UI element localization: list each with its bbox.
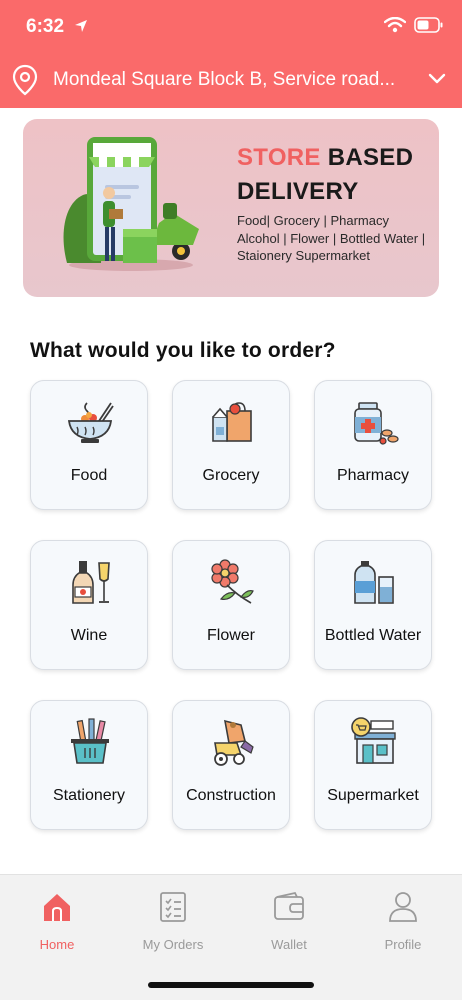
water-bottle-icon [354, 561, 394, 604]
category-tile-construction[interactable]: Construction [172, 700, 290, 830]
wallet-icon [274, 891, 304, 920]
banner-title-accent: STORE [237, 144, 321, 171]
grocery-bag-icon [212, 402, 252, 442]
status-bar: 6:32 [0, 0, 462, 54]
category-label: Grocery [202, 467, 260, 484]
wifi-icon [384, 17, 406, 33]
nav-item-my-orders[interactable]: My Orders [128, 891, 218, 961]
category-label: Stationery [52, 787, 126, 804]
banner-title: STORE BASED DELIVERY [237, 141, 413, 209]
person-icon [389, 892, 417, 922]
category-tile-stationery[interactable]: Stationery [30, 700, 148, 830]
nav-label: Wallet [271, 937, 307, 952]
banner-title-rest: BASED [327, 144, 414, 171]
category-tile-wine[interactable]: Wine [30, 540, 148, 670]
category-label: Food [70, 467, 108, 484]
nav-item-wallet[interactable]: Wallet [244, 891, 334, 961]
category-label: Construction [186, 787, 276, 804]
delivery-address: Mondeal Square Block B, Service road... [53, 69, 396, 90]
header: 6:32 Mondeal Square Block B, Service roa… [0, 0, 462, 108]
status-time: 6:32 [26, 16, 65, 37]
pharmacy-bottle-icon [354, 402, 399, 445]
food-bowl-icon [67, 402, 114, 443]
chevron-down-icon[interactable] [428, 73, 446, 85]
banner-title-line2: DELIVERY [237, 178, 359, 205]
cement-mixer-icon [214, 719, 254, 766]
category-tile-grocery[interactable]: Grocery [172, 380, 290, 510]
location-pin-icon [12, 64, 38, 96]
nav-item-profile[interactable]: Profile [358, 891, 448, 961]
category-label: Supermarket [327, 787, 419, 804]
checklist-icon [160, 892, 186, 922]
category-label: Pharmacy [336, 467, 410, 484]
category-tile-flower[interactable]: Flower [172, 540, 290, 670]
wine-bottle-icon [72, 561, 110, 604]
banner-subtitle: Food| Grocery | Pharmacy Alcohol | Flowe… [237, 213, 426, 263]
promo-banner[interactable]: STORE BASED DELIVERY Food| Grocery | Pha… [23, 119, 439, 297]
status-icons [384, 17, 444, 33]
flower-icon [211, 559, 254, 604]
nav-label: My Orders [142, 937, 204, 952]
category-label: Wine [70, 627, 108, 644]
home-indicator [148, 982, 314, 988]
category-label: Flower [206, 627, 255, 644]
category-tile-bottled-water[interactable]: Bottled Water [314, 540, 432, 670]
category-tile-pharmacy[interactable]: Pharmacy [314, 380, 432, 510]
address-selector[interactable]: Mondeal Square Block B, Service road... [0, 60, 462, 102]
section-title: What would you like to order? [30, 339, 336, 362]
store-delivery-illustration [63, 137, 199, 271]
home-icon [44, 894, 70, 921]
category-label: Bottled Water [324, 627, 422, 644]
nav-item-home[interactable]: Home [12, 891, 102, 961]
location-arrow-icon [75, 20, 87, 32]
pencil-cup-icon [71, 718, 109, 764]
store-front-icon [351, 717, 396, 764]
battery-icon [414, 17, 443, 33]
category-tile-supermarket[interactable]: Supermarket [314, 700, 432, 830]
category-tile-food[interactable]: Food [30, 380, 148, 510]
nav-label: Profile [384, 937, 422, 952]
nav-label: Home [39, 937, 75, 952]
